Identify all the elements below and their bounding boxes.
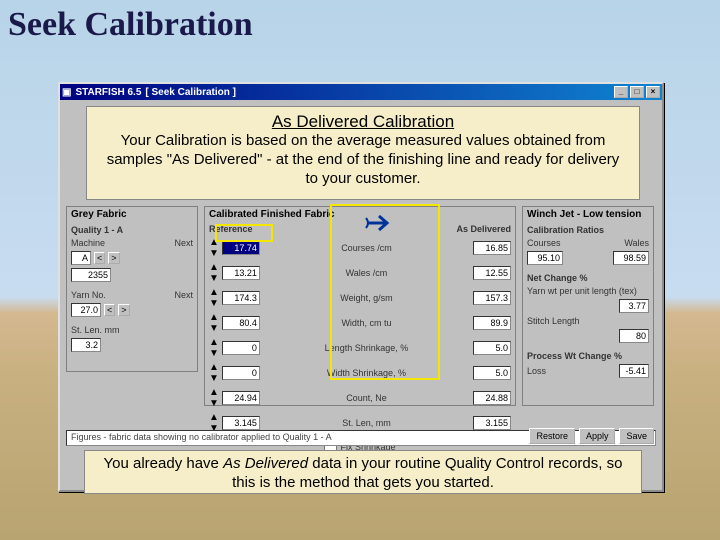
del-value[interactable]: 16.85: [473, 241, 511, 255]
panel-process: Winch Jet - Low tension Calibration Rati…: [522, 206, 654, 406]
next-label-2: Next: [174, 290, 193, 300]
ref-value[interactable]: 13.21: [222, 266, 260, 280]
del-value[interactable]: 3.155: [473, 416, 511, 430]
spin-up-icon[interactable]: ▲: [209, 412, 219, 423]
machine-code[interactable]: 2355: [71, 268, 111, 282]
del-value[interactable]: 157.3: [473, 291, 511, 305]
cal-ratios-header: Calibration Ratios: [527, 225, 604, 235]
save-button[interactable]: Save: [619, 428, 654, 444]
ref-value[interactable]: 3.145: [222, 416, 260, 430]
machine-value[interactable]: A: [71, 251, 91, 265]
restore-button[interactable]: Restore: [529, 428, 575, 444]
spin-down-icon[interactable]: ▼: [209, 273, 219, 284]
ref-value[interactable]: 0: [222, 341, 260, 355]
yarn-label: Yarn No.: [71, 290, 106, 300]
fin-row: ▲▼24.94Count, Ne24.88: [209, 387, 511, 409]
close-button[interactable]: ×: [646, 86, 660, 98]
app-name: STARFISH 6.5: [75, 87, 141, 98]
yarn-prev-button[interactable]: <: [104, 304, 115, 316]
quality-label: Quality 1 - A: [71, 225, 123, 235]
client-area: As Delivered Calibration Your Calibratio…: [60, 100, 662, 110]
callout-bot-pre: You already have: [104, 455, 224, 472]
machine-next-button[interactable]: >: [108, 252, 119, 264]
ref-value[interactable]: 0: [222, 366, 260, 380]
highlight-reference: [215, 224, 273, 242]
app-icon: ▣: [62, 87, 71, 98]
panel-grey-title: Grey Fabric: [67, 207, 197, 222]
spin-down-icon[interactable]: ▼: [209, 248, 219, 259]
procwt-header: Process Wt Change %: [527, 351, 622, 361]
del-value[interactable]: 24.88: [473, 391, 511, 405]
ref-value[interactable]: 174.3: [222, 291, 260, 305]
callout-top: As Delivered Calibration Your Calibratio…: [86, 106, 640, 200]
metric-label: St. Len, mm: [263, 418, 470, 428]
callout-top-body: Your Calibration is based on the average…: [103, 132, 623, 188]
machine-label: Machine: [71, 238, 105, 248]
panel-grey-fabric: Grey Fabric Quality 1 - A MachineNext A …: [66, 206, 198, 372]
callout-bottom: You already have As Delivered data in yo…: [84, 450, 642, 494]
callout-top-heading: As Delivered Calibration: [103, 111, 623, 132]
cal-courses-label: Courses: [527, 238, 561, 248]
titlebar: ▣ STARFISH 6.5 [ Seek Calibration ] _ □ …: [60, 84, 662, 100]
cal-wales-value: 98.59: [613, 251, 649, 265]
spin-down-icon[interactable]: ▼: [209, 373, 219, 384]
procwt-loss-label: Loss: [527, 366, 546, 376]
spin-down-icon[interactable]: ▼: [209, 348, 219, 359]
procwt-loss-value: -5.41: [619, 364, 649, 378]
del-value[interactable]: 12.55: [473, 266, 511, 280]
netstitch-label: Stitch Length: [527, 316, 580, 326]
spin-up-icon[interactable]: ▲: [209, 337, 219, 348]
spin-up-icon[interactable]: ▲: [209, 387, 219, 398]
spin-down-icon[interactable]: ▼: [209, 398, 219, 409]
spin-up-icon[interactable]: ▲: [209, 312, 219, 323]
panel-proc-title: Winch Jet - Low tension: [523, 207, 653, 222]
del-value[interactable]: 5.0: [473, 366, 511, 380]
page-title: Seek Calibration: [0, 0, 720, 44]
cal-wales-label: Wales: [624, 238, 649, 248]
ref-value[interactable]: 17.74: [222, 241, 260, 255]
netstitch-value: 80: [619, 329, 649, 343]
maximize-button[interactable]: □: [630, 86, 644, 98]
spin-up-icon[interactable]: ▲: [209, 362, 219, 373]
netyarn-value: 3.77: [619, 299, 649, 313]
ref-value[interactable]: 80.4: [222, 316, 260, 330]
metric-label: Count, Ne: [263, 393, 470, 403]
stlen-label: St. Len. mm: [71, 325, 120, 335]
yarn-value[interactable]: 27.0: [71, 303, 101, 317]
doc-name: [ Seek Calibration ]: [145, 87, 236, 98]
netchange-header: Net Change %: [527, 273, 588, 283]
callout-bot-em: As Delivered: [223, 455, 308, 472]
minimize-button[interactable]: _: [614, 86, 628, 98]
cal-courses-value: 95.10: [527, 251, 563, 265]
spin-up-icon[interactable]: ▲: [209, 287, 219, 298]
ref-value[interactable]: 24.94: [222, 391, 260, 405]
machine-prev-button[interactable]: <: [94, 252, 105, 264]
spin-down-icon[interactable]: ▼: [209, 323, 219, 334]
apply-button[interactable]: Apply: [579, 428, 616, 444]
col-asdelivered: As Delivered: [441, 224, 511, 234]
del-value[interactable]: 89.9: [473, 316, 511, 330]
netyarn-label: Yarn wt per unit length (tex): [527, 286, 637, 296]
button-bar: Restore Apply Save: [529, 428, 654, 444]
next-label: Next: [174, 238, 193, 248]
spin-down-icon[interactable]: ▼: [209, 298, 219, 309]
stlen-value[interactable]: 3.2: [71, 338, 101, 352]
arrow-icon: [365, 212, 395, 234]
spin-up-icon[interactable]: ▲: [209, 262, 219, 273]
app-window: ▣ STARFISH 6.5 [ Seek Calibration ] _ □ …: [58, 82, 664, 492]
yarn-next-button[interactable]: >: [118, 304, 129, 316]
del-value[interactable]: 5.0: [473, 341, 511, 355]
